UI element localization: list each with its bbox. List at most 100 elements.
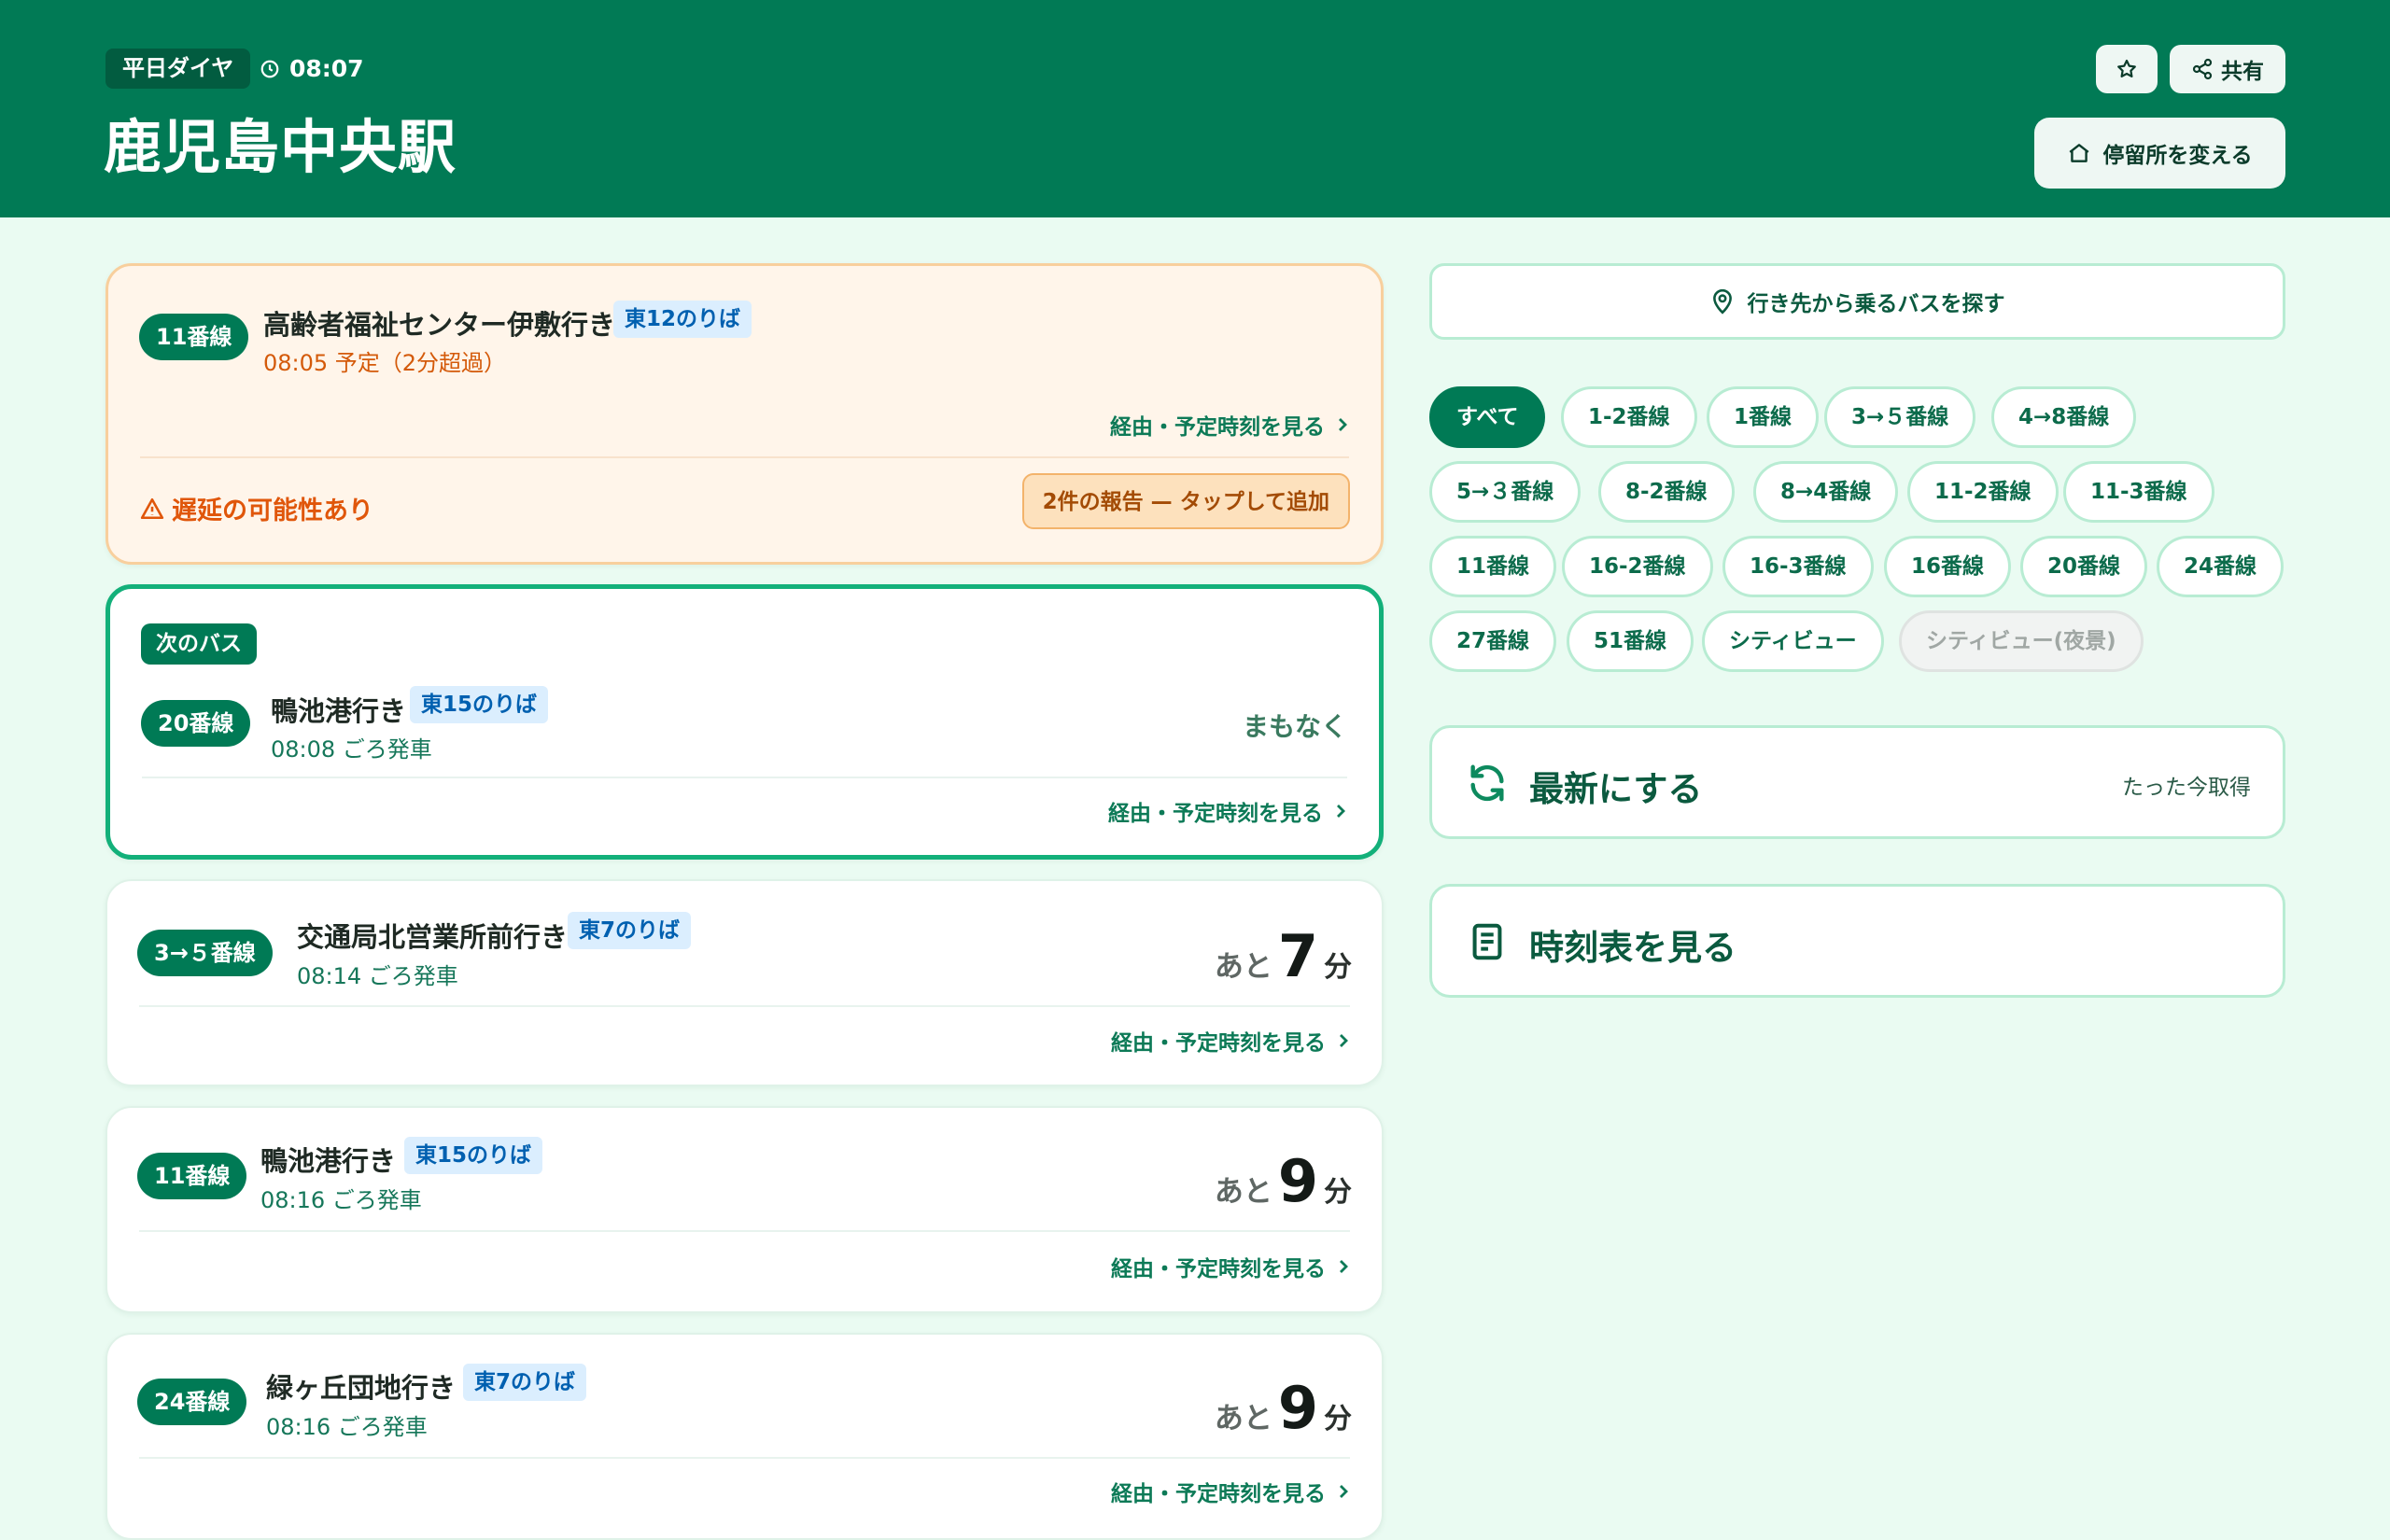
change-stop-button[interactable]: 停留所を変える [2034,118,2285,189]
route-filter-chip[interactable]: 4→8番線 [1991,386,2137,448]
route-filter-chip[interactable]: 11-2番線 [1907,461,2059,523]
eta-prefix: あと [1214,1175,1272,1209]
next-bus-badge: 次のバス [141,623,257,665]
schedule-badge: 平日ダイヤ [105,49,251,89]
chevron-right-icon [1340,1485,1348,1498]
eta-prefix: あと [1214,950,1272,984]
route-details-label: 経由・予定時刻を見る [1111,1482,1326,1506]
last-updated: たった今取得 [2122,776,2251,800]
route-badge: 3→５番線 [137,930,273,976]
departure-time: 08:08 ごろ発車 [271,736,432,763]
route-filter-chip-disabled[interactable]: シティビュー(夜景) [1899,610,2144,672]
departure-card[interactable]: 24番線 緑ヶ丘団地行き 東7のりば 08:16 ごろ発車 あと 9 分 経由・… [105,1333,1384,1540]
divider [139,1230,1350,1232]
current-time: 08:07 [260,49,364,89]
home-icon [2069,144,2089,162]
eta-unit: 分 [1324,1403,1352,1435]
delay-warning: 遅延の可能性あり [140,490,373,526]
chevron-right-icon [1337,805,1345,818]
departure-card-next[interactable]: 次のバス 20番線 鴨池港行き 東15のりば 08:08 ごろ発車 まもなく 経… [105,584,1384,860]
route-badge: 11番線 [139,314,249,360]
page-title: 鹿児島中央駅 [104,113,457,181]
departure-time: 08:16 ごろ発車 [266,1414,428,1440]
refresh-icon [1470,764,1504,802]
route-filter-chip[interactable]: 27番線 [1429,610,1557,672]
scheduled-time: 08:05 予定（2分超過） [263,350,507,376]
delay-report-button[interactable]: 2件の報告 — タップして追加 [1021,473,1350,529]
departure-card[interactable]: 3→５番線 交通局北営業所前行き 東7のりば 08:14 ごろ発車 あと 7 分… [105,879,1384,1086]
route-badge: 11番線 [137,1153,247,1199]
refresh-button[interactable]: 最新にする たった今取得 [1429,725,2285,839]
share-button[interactable]: 共有 [2170,45,2285,93]
route-filter-chip[interactable]: 11番線 [1429,536,1557,597]
eta: あと 9 分 [1215,1147,1352,1215]
eta-minutes: 9 [1277,1374,1318,1442]
eta-unit: 分 [1324,1176,1352,1209]
route-filter-chip[interactable]: 24番線 [2157,536,2285,597]
departure-time: 08:16 ごろ発車 [260,1187,422,1213]
divider [140,456,1349,458]
chevron-right-icon [1340,1034,1348,1047]
divider [139,1457,1350,1459]
favorite-button[interactable] [2096,45,2158,93]
route-details-link[interactable]: 経由・予定時刻を見る [1110,409,1349,441]
divider [142,777,1347,778]
destination: 交通局北営業所前行き [297,921,569,953]
destination: 鴨池港行き [260,1145,397,1177]
route-details-label: 経由・予定時刻を見る [1110,415,1325,440]
platform-badge: 東7のりば [463,1364,587,1401]
route-filter-chip[interactable]: 1-2番線 [1561,386,1697,448]
eta-minutes: 7 [1277,922,1318,990]
route-details-link[interactable]: 経由・予定時刻を見る [1111,1476,1350,1507]
share-icon [2192,58,2213,80]
route-filter-chip[interactable]: 1番線 [1707,386,1820,448]
route-details-label: 経由・予定時刻を見る [1108,802,1323,826]
eta-soon: まもなく [1242,711,1347,742]
share-label: 共有 [2221,60,2264,84]
route-filter-chip[interactable]: 20番線 [2020,536,2148,597]
route-details-link[interactable]: 経由・予定時刻を見る [1108,795,1347,827]
route-filter-chip[interactable]: 8-2番線 [1598,461,1735,523]
search-by-destination-button[interactable]: 行き先から乗るバスを探す [1429,263,2285,340]
departure-time: 08:14 ごろ発車 [297,963,458,989]
timetable-button[interactable]: 時刻表を見る [1429,884,2285,998]
platform-badge: 東12のりば [613,301,752,338]
eta-minutes: 9 [1277,1147,1318,1215]
route-badge: 20番線 [141,700,251,747]
route-details-label: 経由・予定時刻を見る [1111,1031,1326,1056]
current-time-text: 08:07 [289,55,364,82]
destination: 高齢者福祉センター伊敷行き [263,309,616,341]
timetable-label: 時刻表を見る [1529,928,1736,968]
chevron-right-icon [1339,418,1347,431]
refresh-label: 最新にする [1529,769,1703,809]
platform-badge: 東7のりば [568,912,692,949]
route-filter-chip[interactable]: 16-3番線 [1722,536,1874,597]
divider [139,1005,1350,1007]
route-filter-chip[interactable]: 5→３番線 [1429,461,1582,523]
departure-card-delayed[interactable]: 11番線 高齢者福祉センター伊敷行き 東12のりば 08:05 予定（2分超過）… [105,263,1384,565]
route-filter-chip[interactable]: 16-2番線 [1562,536,1713,597]
map-pin-icon [1712,288,1732,315]
route-details-label: 経由・予定時刻を見る [1111,1257,1326,1281]
route-filter-chip[interactable]: 11-3番線 [2063,461,2214,523]
route-details-link[interactable]: 経由・予定時刻を見る [1111,1025,1350,1057]
change-stop-label: 停留所を変える [2102,144,2253,168]
eta-prefix: あと [1214,1402,1272,1435]
route-filter-chip[interactable]: シティビュー [1702,610,1884,672]
route-filter-chip[interactable]: 8→4番線 [1753,461,1899,523]
delay-warning-text: 遅延の可能性あり [172,497,373,525]
search-by-destination-label: 行き先から乗るバスを探す [1747,292,2005,316]
departure-card[interactable]: 11番線 鴨池港行き 東15のりば 08:16 ごろ発車 あと 9 分 経由・予… [105,1106,1384,1313]
route-details-link[interactable]: 経由・予定時刻を見る [1111,1251,1350,1282]
route-filter-chip[interactable]: 3→５番線 [1824,386,1976,448]
route-filter-chip[interactable]: すべて [1429,386,1546,448]
platform-badge: 東15のりば [404,1137,543,1174]
eta: あと 7 分 [1215,922,1352,990]
route-badge: 24番線 [137,1379,247,1425]
document-icon [1472,923,1502,960]
route-filter-chip[interactable]: 16番線 [1884,536,2012,597]
clock-icon [260,60,279,77]
eta: あと 9 分 [1215,1374,1352,1442]
chevron-right-icon [1340,1260,1348,1273]
route-filter-chip[interactable]: 51番線 [1567,610,1694,672]
